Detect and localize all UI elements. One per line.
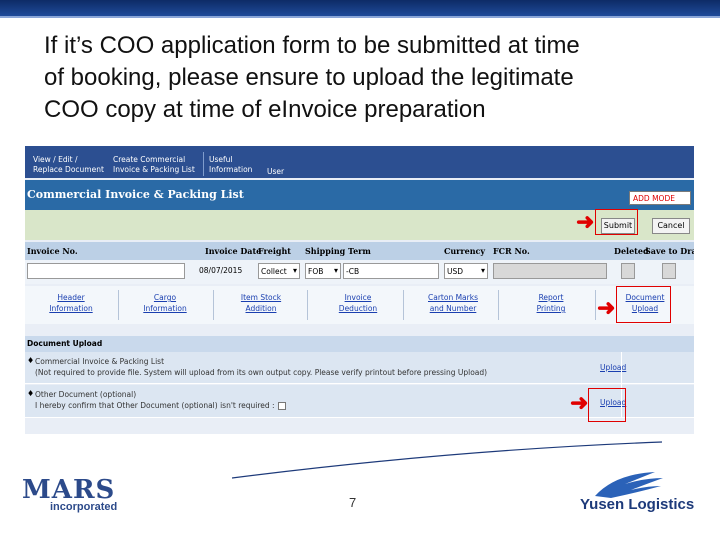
tab-divider [118,290,119,320]
slide-title: If it’s COO application form to be submi… [44,30,694,126]
page-number: 7 [349,495,357,510]
invoice-date-value: 08/07/2015 [199,266,243,275]
slide-title-line-2: of booking, please ensure to upload the … [44,64,574,91]
expand-icon: ♦ [27,356,35,365]
freight-select[interactable]: Collect [258,263,300,279]
screenshot-top-strip [25,134,694,146]
slide-top-bar [0,0,720,18]
yusen-logo-text: Yusen Logistics [580,496,695,513]
arrow-right-icon: ➜ [576,209,595,234]
nav-divider [203,152,204,176]
tab-item-stock-addition[interactable]: Item Stock Addition [221,292,301,314]
upload-row-other-title: Other Document (optional) [35,390,137,399]
currency-select[interactable]: USD [444,263,488,279]
header-save-to-draft: Save to Draft [645,246,694,256]
nav-useful-information[interactable]: Useful Information [209,155,252,175]
header-currency: Currency [444,246,486,256]
upload-link-highlight-box [588,388,626,422]
expand-icon: ♦ [27,389,35,398]
header-deleted: Deleted [614,246,649,256]
tab-divider [403,290,404,320]
tab-report-printing[interactable]: Report Printing [511,292,591,314]
mars-logo-text: MARS [22,475,116,505]
tab-divider [307,290,308,320]
nav-user[interactable]: User [267,167,284,177]
upload-row-invoice-title: Commercial Invoice & Packing List [35,357,165,366]
tab-divider [498,290,499,320]
shipping-term-text[interactable]: -CB [343,263,439,279]
confirm-checkbox[interactable] [277,402,286,410]
header-invoice-date: Invoice Date [205,246,262,256]
upload-row-invoice-text: Commercial Invoice & Packing List (Not r… [35,356,487,378]
header-freight: Freight [258,246,291,256]
shipping-term-select[interactable]: FOB [305,263,341,279]
deleted-checkbox[interactable] [621,263,635,279]
slide-title-line-1: If it’s COO application form to be submi… [44,32,580,59]
tab-divider [213,290,214,320]
form-title: Commercial Invoice & Packing List [27,188,244,201]
upload-link-invoice[interactable]: Upload [600,363,626,372]
cancel-button[interactable]: Cancel [652,218,690,234]
tab-cargo-information[interactable]: Cargo Information [125,292,205,314]
mode-indicator: ADD MODE [629,191,691,205]
tab-header-information[interactable]: Header Information [31,292,111,314]
header-fcr-no: FCR No. [493,246,530,256]
submit-highlight-box [595,209,638,235]
document-upload-highlight-box [616,286,671,323]
upload-row-other-text: Other Document (optional) I hereby confi… [35,389,286,411]
nav-create-commercial-invoice[interactable]: Create Commercial Invoice & Packing List [113,155,195,175]
arrow-right-icon: ➜ [570,390,589,415]
nav-view-edit-replace[interactable]: View / Edit / Replace Document [33,155,104,175]
mars-logo: MARS incorporated [22,477,132,517]
form-title-bar: Commercial Invoice & Packing List [25,180,694,210]
save-to-draft-checkbox[interactable] [662,263,676,279]
fcr-no-input[interactable] [493,263,607,279]
upload-row-invoice-note: (Not required to provide file. System wi… [35,368,488,377]
tab-invoice-deduction[interactable]: Invoice Deduction [318,292,398,314]
yusen-logo: Yusen Logistics [575,470,700,520]
header-shipping-term: Shipping Term [305,246,371,256]
app-navbar: View / Edit / Replace Document Create Co… [25,146,694,178]
tab-carton-marks[interactable]: Carton Marks and Number [413,292,493,314]
upload-row-other-note: I hereby confirm that Other Document (op… [35,401,275,410]
tab-divider [595,290,596,320]
arrow-right-icon: ➜ [597,295,616,320]
header-invoice-no: Invoice No. [27,246,78,256]
mars-logo-subtext: incorporated [50,501,118,513]
invoice-no-input[interactable] [27,263,185,279]
slide-title-line-3: COO copy at time of eInvoice preparation [44,96,486,123]
document-upload-header: Document Upload [25,336,694,352]
